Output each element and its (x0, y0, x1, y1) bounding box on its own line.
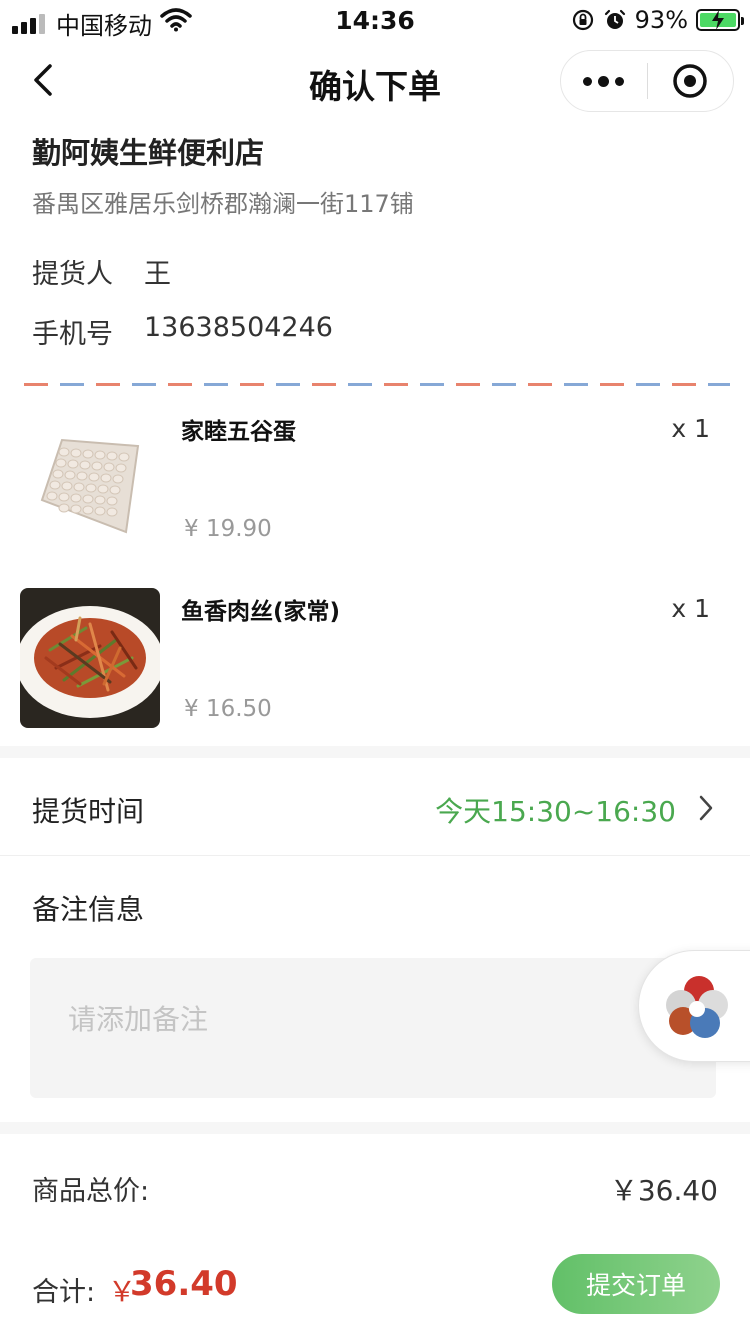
pickup-time-row[interactable]: 提货时间 今天15:30~16:30 (0, 760, 750, 856)
status-right: 93% (571, 6, 744, 34)
goods-total-row: 商品总价: ￥36.40 (0, 1136, 750, 1236)
goods-name: 家睦五谷蛋 (181, 419, 296, 445)
submit-order-button[interactable]: 提交订单 (552, 1254, 720, 1314)
mini-program-capsule (560, 50, 734, 112)
goods-item: 家睦五谷蛋 ¥ 19.90 x 1 (0, 400, 750, 550)
signal-icon (12, 14, 45, 34)
pickup-person-label: 提货人 (32, 259, 113, 290)
pickup-person-row: 提货人 王 (32, 252, 171, 291)
floating-assistant-button[interactable] (638, 950, 750, 1062)
goods-total-value: ￥36.40 (609, 1174, 718, 1207)
goods-item: 鱼香肉丝(家常) ¥ 16.50 x 1 (0, 580, 750, 730)
back-arrow-icon[interactable] (26, 60, 66, 100)
store-name: 勤阿姨生鲜便利店 (32, 136, 265, 170)
egg-tray-image (20, 408, 160, 548)
section-gap (0, 746, 750, 758)
pickup-person-value: 王 (144, 259, 171, 290)
flower-logo-icon (666, 976, 728, 1038)
more-dots-icon[interactable] (561, 50, 647, 112)
goods-quantity: x 1 (671, 414, 710, 443)
pickup-time-value: 今天15:30~16:30 (435, 795, 676, 828)
carrier-name: 中国移动 (56, 12, 152, 40)
total-amount: 36.40 (130, 1264, 238, 1304)
order-bottom-bar: 合计: ￥ 36.40 提交订单 (0, 1240, 750, 1334)
battery-percent: 93% (634, 6, 688, 34)
goods-price: ¥ 19.90 (184, 516, 272, 542)
remark-label: 备注信息 (32, 893, 145, 926)
battery-charging-icon (696, 9, 744, 31)
rotation-lock-icon (572, 9, 593, 31)
pickup-time-label: 提货时间 (32, 795, 145, 828)
status-bar: 中国移动 14:36 93% (0, 0, 750, 40)
navigation-bar: 确认下单 (0, 44, 750, 118)
shredded-pork-dish-image (20, 588, 160, 728)
close-target-icon[interactable] (648, 50, 734, 112)
chevron-right-icon (699, 795, 713, 821)
airmail-divider (24, 383, 730, 386)
order-confirm-page: 中国移动 14:36 93% 确认下单 勤阿姨生鲜便利店 番禺区雅居乐剑桥郡瀚澜… (0, 0, 750, 1334)
total-label: 合计: (32, 1277, 96, 1308)
goods-price: ¥ 16.50 (184, 696, 272, 722)
goods-name: 鱼香肉丝(家常) (181, 599, 341, 625)
section-gap (0, 1122, 750, 1134)
phone-value: 13638504246 (144, 312, 333, 343)
phone-label: 手机号 (32, 319, 113, 350)
alarm-icon (604, 9, 625, 29)
goods-quantity: x 1 (671, 594, 710, 623)
remark-input[interactable] (30, 958, 716, 1098)
store-address: 番禺区雅居乐剑桥郡瀚澜一街117铺 (32, 190, 414, 218)
phone-row: 手机号 13638504246 (32, 312, 333, 351)
goods-total-label: 商品总价: (32, 1176, 150, 1207)
wifi-icon (160, 8, 192, 32)
